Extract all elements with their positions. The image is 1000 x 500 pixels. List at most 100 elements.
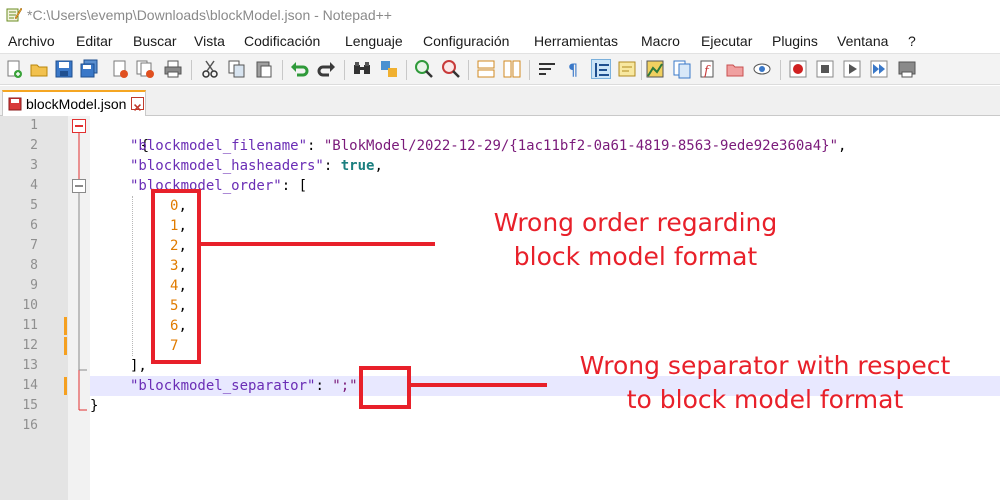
menu-ventana[interactable]: Ventana xyxy=(837,33,888,49)
find-icon[interactable] xyxy=(352,59,372,79)
save-icon[interactable] xyxy=(54,59,74,79)
menu-herramientas[interactable]: Herramientas xyxy=(534,33,618,49)
tab-label: blockModel.json xyxy=(26,96,127,112)
menu-ejecutar[interactable]: Ejecutar xyxy=(701,33,752,49)
redo-icon[interactable] xyxy=(316,59,336,79)
save-all-icon[interactable] xyxy=(79,59,99,79)
json-bool-value: true xyxy=(340,158,375,174)
line-number-gutter: 1 2 3 4 5 6 7 8 9 10 11 12 13 14 15 16 xyxy=(0,116,68,500)
open-file-icon[interactable] xyxy=(29,59,49,79)
change-marker xyxy=(64,337,67,355)
separator-annotation-line-2: to block model format xyxy=(626,385,904,414)
save-macro-icon[interactable] xyxy=(897,59,917,79)
menu-archivo[interactable]: Archivo xyxy=(8,33,55,49)
line-number: 8 xyxy=(30,258,38,273)
tab-close-icon[interactable] xyxy=(131,97,144,112)
menu-plugins[interactable]: Plugins xyxy=(772,33,818,49)
toolbar-separator xyxy=(344,60,345,80)
notepad-plus-plus-icon xyxy=(6,6,23,22)
line-number: 4 xyxy=(30,178,38,193)
new-file-icon[interactable] xyxy=(4,59,24,79)
menu-lenguaje[interactable]: Lenguaje xyxy=(345,33,403,49)
zoom-in-icon[interactable] xyxy=(414,59,434,79)
copy-icon[interactable] xyxy=(227,59,247,79)
code-line-15: } xyxy=(90,396,98,416)
record-macro-icon[interactable] xyxy=(788,59,808,79)
line-number: 9 xyxy=(30,278,38,293)
indent-guide-icon[interactable] xyxy=(591,59,611,79)
json-string-value: ";" xyxy=(332,378,358,394)
json-colon: : xyxy=(323,158,341,174)
zoom-out-icon[interactable] xyxy=(441,59,461,79)
document-list-icon[interactable] xyxy=(672,59,692,79)
code-line-13: ], xyxy=(130,356,147,376)
separator-annotation: Wrong separator with respect to block mo… xyxy=(555,349,975,417)
line-number: 5 xyxy=(30,198,38,213)
line-number: 13 xyxy=(22,358,38,373)
line-number: 15 xyxy=(22,398,38,413)
sync-horizontal-icon[interactable] xyxy=(502,59,522,79)
indent-guide xyxy=(132,196,133,356)
line-number: 10 xyxy=(22,298,38,313)
json-colon: : xyxy=(315,378,333,394)
code-line-2: "blockmodel_filename": "BlokModel/2022-1… xyxy=(130,136,846,156)
menu-codificacion[interactable]: Codificación xyxy=(244,33,320,49)
sync-vertical-icon[interactable] xyxy=(476,59,496,79)
order-annotation-line-2: block model format xyxy=(513,242,758,271)
code-area[interactable]: { "blockmodel_filename": "BlokModel/2022… xyxy=(90,116,1000,500)
json-key: "blockmodel_hasheaders" xyxy=(130,158,324,174)
fold-toggle-icon[interactable] xyxy=(72,119,86,133)
close-brace: } xyxy=(90,398,99,414)
toolbar-separator xyxy=(191,60,192,80)
replace-icon[interactable] xyxy=(379,59,399,79)
line-number: 6 xyxy=(30,218,38,233)
separator-annotation-line-1: Wrong separator with respect xyxy=(579,351,951,380)
close-all-icon[interactable] xyxy=(135,59,155,79)
run-macro-multiple-icon[interactable] xyxy=(869,59,889,79)
line-number: 11 xyxy=(22,318,38,333)
separator-pointer-line xyxy=(409,383,547,387)
separator-highlight-box xyxy=(359,366,411,409)
line-number: 2 xyxy=(30,138,38,153)
toolbar-separator xyxy=(282,60,283,80)
paste-icon[interactable] xyxy=(254,59,274,79)
monitoring-icon[interactable] xyxy=(752,59,772,79)
language-icon[interactable] xyxy=(617,59,637,79)
json-key: "blockmodel_separator" xyxy=(130,378,316,394)
svg-text:¶: ¶ xyxy=(568,60,578,79)
line-number: 1 xyxy=(30,118,38,133)
toolbar-separator xyxy=(780,60,781,80)
undo-icon[interactable] xyxy=(290,59,310,79)
show-all-chars-icon[interactable]: ¶ xyxy=(563,59,583,79)
folder-workspace-icon[interactable] xyxy=(725,59,745,79)
json-string-value: "BlokModel/2022-12-29/{1ac11bf2-0a61-481… xyxy=(323,138,839,154)
line-number: 12 xyxy=(22,338,38,353)
stop-macro-icon[interactable] xyxy=(815,59,835,79)
menu-editar[interactable]: Editar xyxy=(76,33,113,49)
json-array-open: : [ xyxy=(281,178,308,194)
line-number: 7 xyxy=(30,238,38,253)
menu-bar: Archivo Editar Buscar Vista Codificación… xyxy=(0,30,1000,52)
menu-configuracion[interactable]: Configuración xyxy=(423,33,509,49)
toolbar-separator xyxy=(641,60,642,80)
print-icon[interactable] xyxy=(163,59,183,79)
play-macro-icon[interactable] xyxy=(842,59,862,79)
close-icon[interactable] xyxy=(110,59,130,79)
word-wrap-icon[interactable] xyxy=(537,59,557,79)
tab-bar: blockModel.json xyxy=(0,86,1000,116)
menu-macro[interactable]: Macro xyxy=(641,33,680,49)
menu-buscar[interactable]: Buscar xyxy=(133,33,177,49)
line-number: 14 xyxy=(22,378,38,393)
cut-icon[interactable] xyxy=(200,59,220,79)
editor: 1 2 3 4 5 6 7 8 9 10 11 12 13 14 15 16 {… xyxy=(0,116,1000,500)
json-colon: : xyxy=(307,138,324,154)
menu-vista[interactable]: Vista xyxy=(194,33,225,49)
fold-toggle-icon[interactable] xyxy=(72,179,86,193)
json-key: "blockmodel_filename" xyxy=(130,138,308,154)
menu-help[interactable]: ? xyxy=(908,33,916,49)
fold-margin xyxy=(68,116,90,500)
tab-blockmodel-json[interactable]: blockModel.json xyxy=(2,90,146,116)
function-list-icon[interactable]: f xyxy=(698,59,718,79)
document-map-icon[interactable] xyxy=(645,59,665,79)
json-comma: , xyxy=(374,158,383,174)
